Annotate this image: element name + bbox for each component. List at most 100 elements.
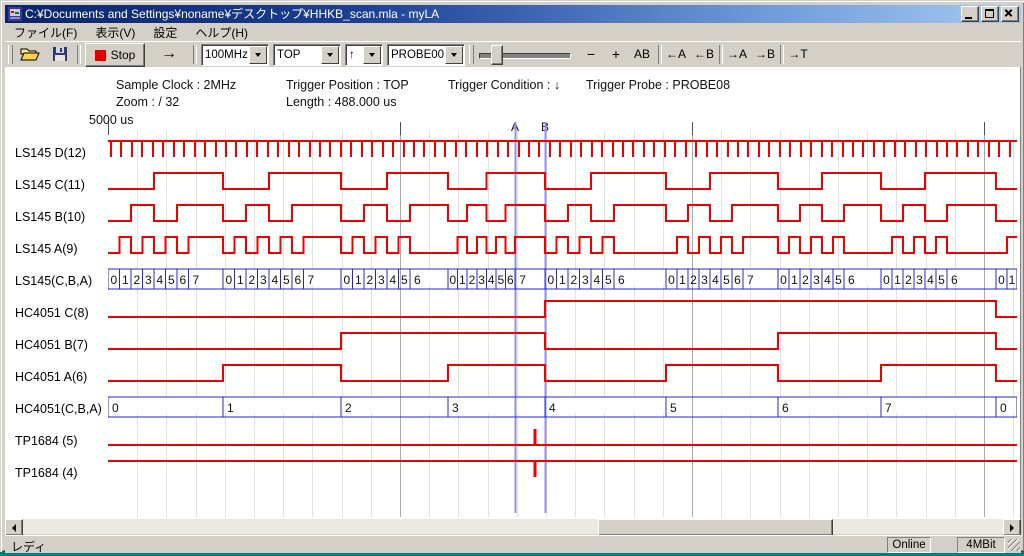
bus-value: 5 [835, 273, 842, 287]
stop-button[interactable]: Stop [85, 43, 145, 67]
channel-label: LS145 C(11) [15, 178, 85, 192]
bus-value: 0 [668, 273, 675, 287]
bus-value: 4 [593, 273, 600, 287]
bus-value: 0 [1000, 401, 1007, 415]
bus-value: 1 [679, 273, 686, 287]
move-b-left-button[interactable]: ←B [691, 43, 717, 65]
chevron-down-icon[interactable] [249, 46, 267, 64]
bus-value: 3 [478, 273, 485, 287]
bus-value: 2 [345, 401, 352, 415]
bus-value: 5 [168, 273, 175, 287]
bus-value: 1 [1009, 273, 1016, 287]
bus-value: 5 [283, 273, 290, 287]
channel-label: HC4051 C(8) [15, 306, 89, 320]
channel-label: HC4051(C,B,A) [15, 402, 102, 416]
bus-value: 0 [343, 273, 350, 287]
bus-value: 6 [848, 273, 855, 287]
bus-value: 4 [824, 273, 831, 287]
trigger-edge-value: ↑ [346, 49, 362, 61]
toolbar-separator [719, 45, 723, 64]
bus-value: 1 [559, 273, 566, 287]
sample-clock-combo[interactable]: 100MHz [201, 44, 269, 66]
bus-value: 6 [618, 273, 625, 287]
run-arrow-icon: → [161, 45, 177, 63]
bus-value: 2 [469, 273, 476, 287]
channel-label: LS145 A(9) [15, 242, 78, 256]
trigger-position-combo[interactable]: TOP [273, 44, 341, 66]
zoom-in-button[interactable]: + [605, 43, 627, 65]
bus-value: 3 [452, 401, 459, 415]
trigger-probe-combo[interactable]: PROBE00 [387, 44, 465, 66]
bus-value: 7 [747, 273, 754, 287]
menu-file[interactable]: ファイル(F) [5, 23, 86, 42]
bus-value: 1 [227, 401, 234, 415]
zoom-out-button[interactable]: − [580, 43, 602, 65]
trigger-probe-value: PROBE00 [388, 49, 444, 61]
bus-value: 3 [701, 273, 708, 287]
channel-label: LS145 B(10) [15, 210, 85, 224]
chevron-down-icon[interactable] [445, 46, 463, 64]
close-button[interactable] [1001, 6, 1019, 22]
maximize-button[interactable] [981, 6, 999, 22]
bus-value: 1 [791, 273, 798, 287]
zoom-info: Zoom : / 32 [116, 95, 179, 109]
bus-value: 5 [401, 273, 408, 287]
bus-value: 1 [459, 273, 466, 287]
bus-value: 1 [122, 273, 129, 287]
bus-value: 3 [260, 273, 267, 287]
bus-value: 5 [605, 273, 612, 287]
waveform-client-area: Sample Clock : 2MHz Zoom : / 32 Trigger … [5, 67, 1021, 519]
save-button[interactable] [47, 43, 73, 65]
stop-label: Stop [111, 48, 136, 62]
bus-value: 2 [248, 273, 255, 287]
bus-value: 3 [916, 273, 923, 287]
chevron-down-icon[interactable] [321, 46, 339, 64]
zoom-ab-button[interactable]: AB [629, 43, 655, 65]
channel-label: TP1684 (5) [15, 434, 78, 448]
trigger-position-info: Trigger Position : TOP [286, 78, 409, 92]
bus-value: 5 [938, 273, 945, 287]
app-icon [8, 7, 22, 21]
app-window: C:¥Documents and Settings¥noname¥デスクトップ¥… [0, 0, 1024, 552]
bus-value: 0 [883, 273, 890, 287]
trigger-edge-combo[interactable]: ↑ [345, 44, 383, 66]
scrollbar-thumb[interactable] [598, 519, 833, 536]
bus-value: 6 [179, 273, 186, 287]
status-bar: レディ Online 4MBit [5, 535, 1021, 553]
move-a-left-button[interactable]: ←A [663, 43, 689, 65]
trigger-position-value: TOP [274, 49, 320, 61]
sample-clock-info: Sample Clock : 2MHz [116, 78, 236, 92]
menu-view[interactable]: 表示(V) [86, 23, 144, 42]
bus-value: 0 [998, 273, 1005, 287]
window-title: C:¥Documents and Settings¥noname¥デスクトップ¥… [25, 5, 959, 23]
bus-value: 6 [294, 273, 301, 287]
trigger-probe-info: Trigger Probe : PROBE08 [586, 78, 730, 92]
chevron-down-icon[interactable] [363, 46, 381, 64]
bus-value: 4 [712, 273, 719, 287]
toolbar-separator [77, 45, 81, 64]
menu-help[interactable]: ヘルプ(H) [186, 23, 257, 42]
move-b-right-button[interactable]: →B [752, 43, 778, 65]
bus-value: 0 [110, 273, 117, 287]
toolbar-separator [193, 45, 197, 64]
horizontal-scrollbar[interactable] [5, 519, 1021, 534]
toolbar-grip [469, 45, 474, 64]
resize-grip[interactable] [1008, 539, 1020, 551]
bus-value: 4 [488, 273, 495, 287]
scroll-left-button[interactable] [5, 519, 23, 536]
bus-value: 2 [570, 273, 577, 287]
minimize-button[interactable] [961, 6, 979, 22]
bus-value: 0 [112, 401, 119, 415]
toolbar-separator [780, 45, 784, 64]
floppy-icon [52, 46, 68, 62]
scroll-right-button[interactable] [1003, 519, 1021, 536]
run-button[interactable]: → [151, 43, 187, 65]
bus-value: 0 [547, 273, 554, 287]
menu-settings[interactable]: 設定 [144, 23, 186, 42]
zoom-slider-thumb[interactable] [491, 45, 503, 65]
goto-trigger-button[interactable]: →T [785, 43, 811, 65]
open-file-button[interactable] [17, 43, 43, 65]
menu-bar: ファイル(F) 表示(V) 設定 ヘルプ(H) [5, 24, 1021, 41]
bus-value: 7 [193, 273, 200, 287]
move-a-right-button[interactable]: →A [724, 43, 750, 65]
